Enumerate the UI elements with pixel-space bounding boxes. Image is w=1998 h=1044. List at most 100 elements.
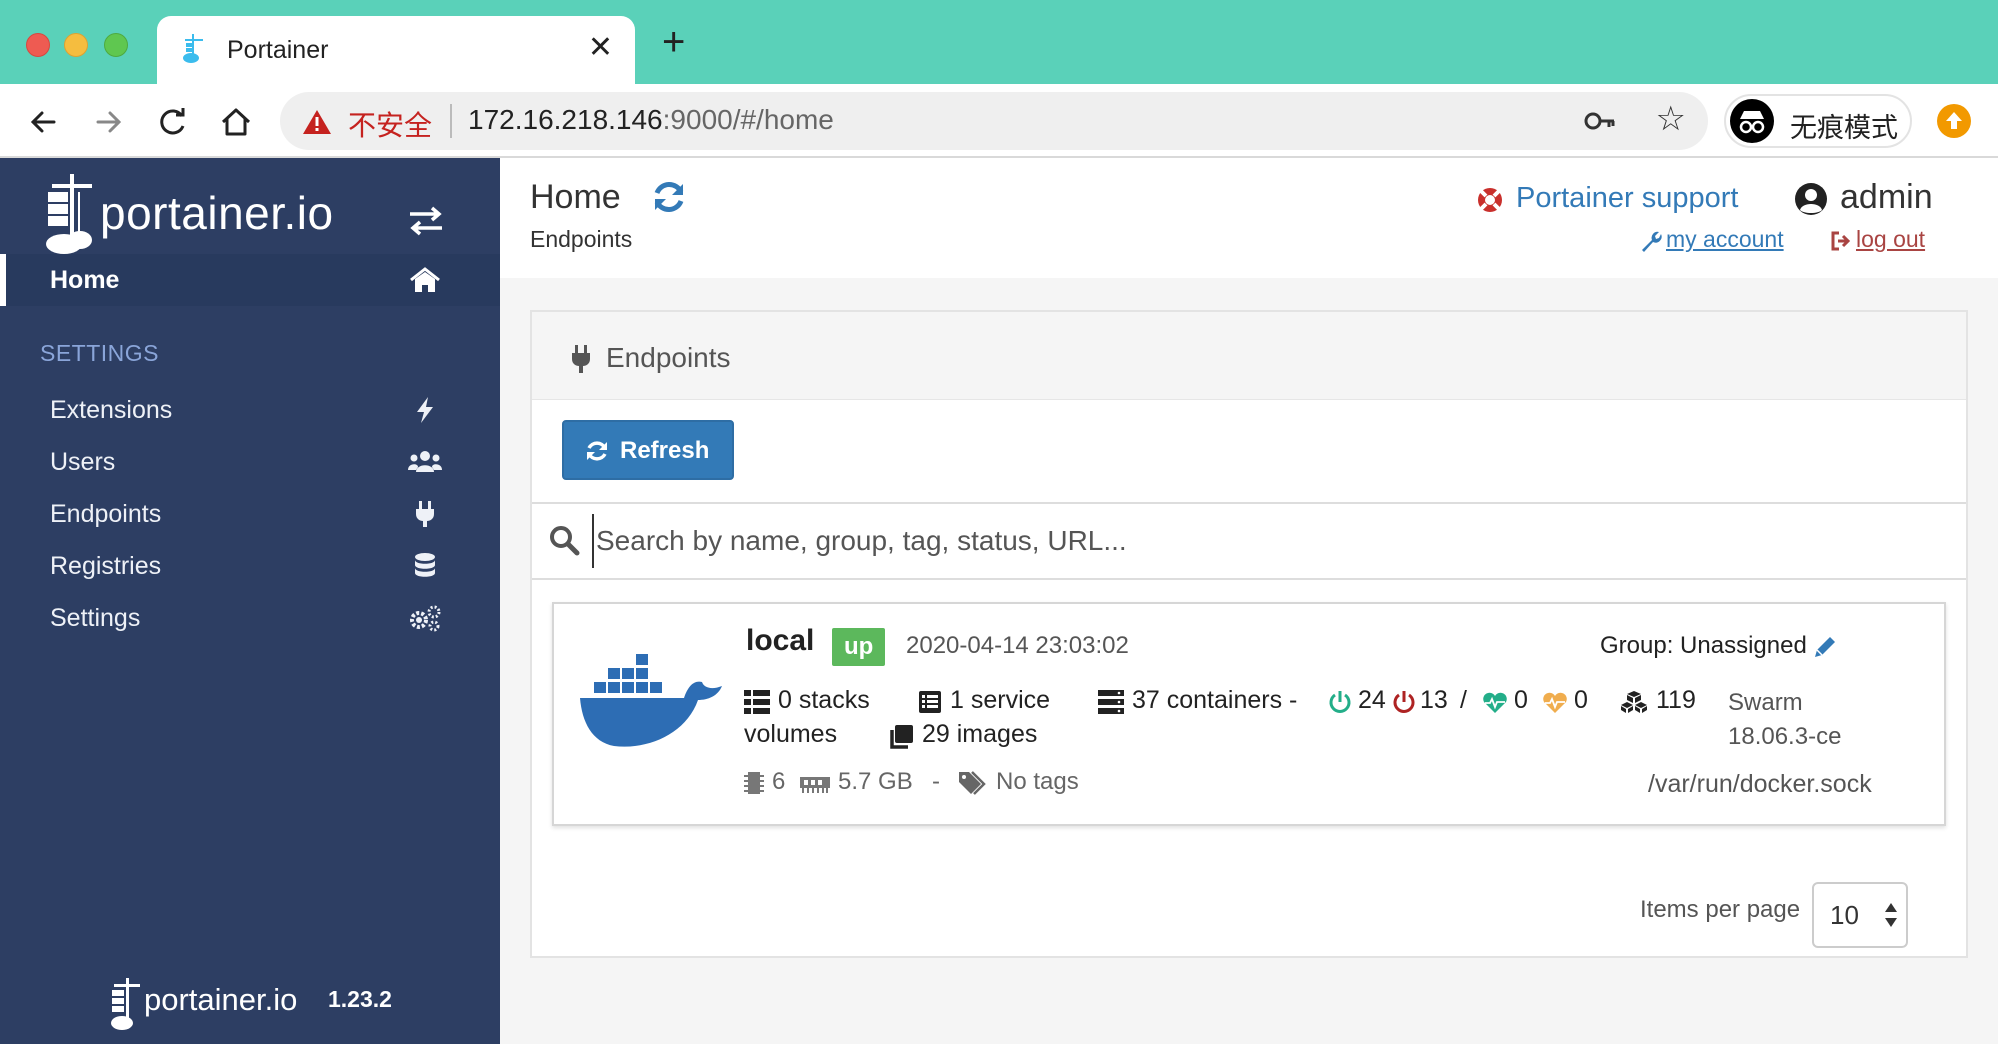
sign-out-icon[interactable] — [1830, 230, 1852, 252]
panel-title: Endpoints — [606, 342, 731, 373]
tags-label: No tags — [996, 768, 1079, 795]
username: admin — [1840, 178, 1933, 216]
meta-dash: - — [932, 768, 940, 795]
portainer-footer-logo-icon — [111, 978, 140, 1030]
new-tab-button[interactable]: + — [662, 22, 685, 62]
containers-count: 37 containers - — [1132, 686, 1298, 714]
search-input[interactable] — [592, 514, 1892, 568]
warning-icon[interactable] — [302, 108, 332, 136]
url-path: :9000/#/home — [662, 104, 834, 135]
power-running-icon — [1329, 691, 1351, 713]
volumes-label: volumes — [744, 720, 838, 748]
users-icon — [408, 451, 442, 472]
omnibox[interactable]: 不安全 172.16.218.146:9000/#/home ☆ — [280, 92, 1708, 150]
page-title: Home — [530, 178, 621, 216]
life-ring-icon[interactable] — [1476, 186, 1504, 214]
refresh-icon[interactable] — [650, 178, 688, 216]
wrench-icon[interactable] — [1640, 230, 1662, 252]
reload-icon[interactable] — [152, 102, 192, 142]
items-per-page-value: 10 — [1830, 900, 1859, 930]
breadcrumb: Endpoints — [530, 226, 633, 252]
tags-icon — [959, 771, 986, 795]
refresh-button-label: Refresh — [620, 437, 710, 464]
list-alt-icon — [919, 691, 941, 713]
cpu-count: 6 — [772, 768, 786, 795]
page-header: Home Endpoints Portainer support admin m… — [500, 158, 1998, 278]
select-arrows-icon — [1885, 903, 1897, 927]
search-icon — [550, 526, 580, 556]
power-stopped-icon — [1393, 691, 1415, 713]
docker-whale-icon — [580, 654, 722, 747]
settings-section-label: SETTINGS — [40, 340, 160, 366]
sidebar-item-users[interactable]: Users — [0, 436, 500, 488]
main-content: Home Endpoints Portainer support admin m… — [500, 158, 1998, 1044]
sidebar-item-label: Registries — [50, 552, 162, 580]
home-icon — [410, 267, 440, 292]
sidebar: portainer.io Home SETTINGS Extensions Us… — [0, 158, 500, 1044]
cubes-icon — [1621, 691, 1647, 713]
sidebar-item-extensions[interactable]: Extensions — [0, 384, 500, 436]
update-icon[interactable] — [1937, 104, 1971, 138]
status-badge: up — [832, 628, 886, 666]
version-label: 1.23.2 — [328, 986, 392, 1012]
swarm-mode: Swarm — [1728, 689, 1803, 716]
endpoint-group: Group: Unassigned — [1600, 632, 1807, 659]
portainer-support-link[interactable]: Portainer support — [1516, 182, 1738, 215]
sidebar-brand[interactable]: portainer.io — [44, 168, 364, 258]
forward-icon[interactable] — [88, 102, 128, 142]
browser-tab-bar: Portainer ✕ + — [0, 0, 1998, 86]
browser-tab[interactable]: Portainer ✕ — [157, 16, 635, 86]
back-icon[interactable] — [24, 102, 64, 142]
footer-brand-text: portainer.io — [144, 982, 298, 1017]
sidebar-item-home[interactable]: Home — [0, 254, 500, 306]
sidebar-item-label: Endpoints — [50, 500, 162, 528]
items-per-page-select[interactable]: 10 — [1812, 882, 1908, 948]
stacks-count: 0 stacks — [778, 686, 870, 714]
refresh-icon — [587, 441, 607, 461]
heartbeat-healthy-icon — [1483, 692, 1507, 713]
container-separator: / — [1460, 686, 1467, 714]
endpoint-card[interactable]: local up 2020-04-14 23:03:02 Group: Unas… — [552, 602, 1946, 826]
tab-close-icon[interactable]: ✕ — [588, 30, 613, 65]
memory-icon — [800, 777, 830, 793]
url-host: 172.16.218.146 — [468, 104, 663, 135]
sidebar-item-registries[interactable]: Registries — [0, 540, 500, 592]
database-icon — [415, 553, 435, 577]
bookmark-star-icon[interactable]: ☆ — [1656, 102, 1686, 136]
refresh-button[interactable]: Refresh — [562, 420, 734, 480]
unhealthy-count: 0 — [1574, 686, 1588, 714]
log-out-link[interactable]: log out — [1856, 226, 1925, 253]
portainer-favicon-icon — [183, 34, 203, 63]
docker-version: 18.06.3-ce — [1728, 723, 1842, 750]
microchip-icon — [744, 772, 764, 794]
window-minimize-button[interactable] — [64, 33, 88, 57]
omnibox-divider — [450, 104, 452, 138]
clone-icon — [890, 725, 913, 749]
swarm-info: Swarm 18.06.3-ce — [1728, 686, 1841, 754]
home-browser-icon[interactable] — [216, 102, 256, 142]
window-zoom-button[interactable] — [104, 33, 128, 57]
sidebar-item-endpoints[interactable]: Endpoints — [0, 488, 500, 540]
heartbeat-unhealthy-icon — [1543, 692, 1567, 713]
my-account-link[interactable]: my account — [1666, 226, 1784, 253]
sidebar-item-label: Home — [50, 266, 120, 294]
user-circle-icon — [1795, 183, 1827, 215]
key-icon[interactable] — [1584, 106, 1616, 136]
plug-icon — [416, 501, 434, 527]
tab-title: Portainer — [227, 36, 329, 64]
healthy-count: 0 — [1514, 686, 1528, 714]
memory-size: 5.7 GB — [838, 768, 913, 795]
items-per-page-label: Items per page — [1640, 896, 1801, 923]
address-bar: 不安全 172.16.218.146:9000/#/home ☆ 无痕模式 — [0, 84, 1998, 158]
edit-pencil-icon[interactable] — [1812, 634, 1838, 660]
security-label[interactable]: 不安全 — [348, 104, 432, 144]
sidebar-footer: portainer.io 1.23.2 — [110, 976, 410, 1036]
endpoint-name[interactable]: local — [746, 624, 814, 658]
sidebar-toggle-icon[interactable] — [406, 200, 446, 240]
incognito-label: 无痕模式 — [1790, 113, 1898, 144]
sidebar-item-settings[interactable]: Settings — [0, 592, 500, 644]
incognito-badge[interactable]: 无痕模式 — [1724, 94, 1912, 148]
endpoint-url: /var/run/docker.sock — [1648, 770, 1872, 798]
window-close-button[interactable] — [26, 33, 50, 57]
url-text[interactable]: 172.16.218.146:9000/#/home — [468, 104, 834, 136]
